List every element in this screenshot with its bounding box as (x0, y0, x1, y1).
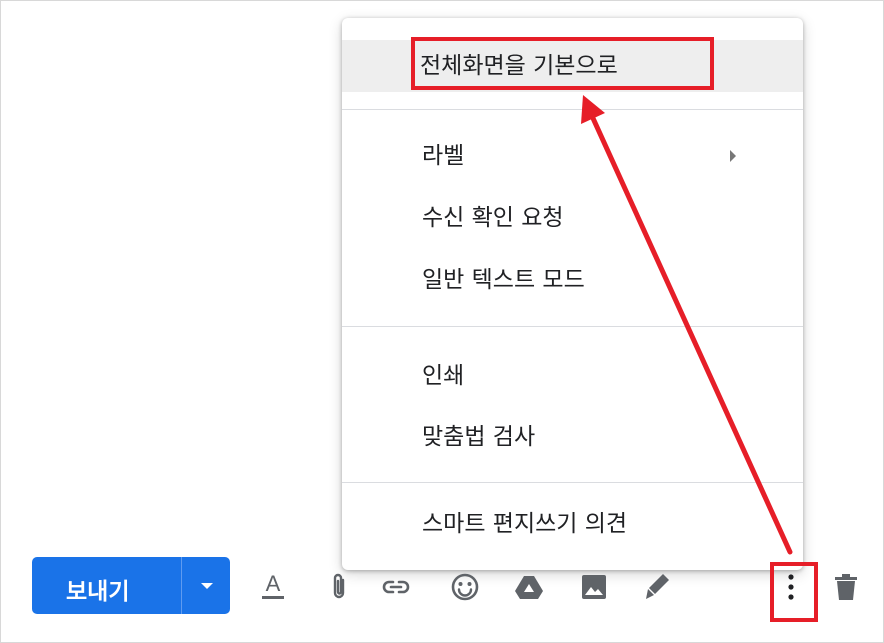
text-format-icon[interactable]: A (257, 567, 289, 607)
submenu-arrow-icon (730, 150, 736, 162)
menu-item-label: 인쇄 (422, 363, 465, 389)
svg-text:A: A (266, 571, 281, 596)
menu-item-label: 스마트 편지쓰기 의견 (422, 511, 628, 537)
send-button-divider (181, 557, 182, 614)
menu-divider (342, 482, 803, 483)
annotation-highlight-box (770, 562, 818, 622)
trash-icon[interactable] (830, 567, 862, 607)
menu-divider (342, 109, 803, 110)
menu-item-label: 일반 텍스트 모드 (422, 267, 585, 293)
menu-item-label: 라벨 (422, 143, 465, 169)
annotation-highlight-box (411, 37, 714, 90)
menu-divider (342, 326, 803, 327)
menu-item-label-submenu[interactable]: 라벨 (342, 130, 803, 182)
drive-icon[interactable] (513, 567, 545, 607)
send-button-label: 보내기 (66, 579, 130, 605)
menu-item-smart-compose-feedback[interactable]: 스마트 편지쓰기 의견 (342, 498, 803, 550)
paperclip-icon[interactable] (323, 567, 355, 607)
link-icon[interactable] (380, 567, 412, 607)
menu-item-print[interactable]: 인쇄 (342, 350, 803, 402)
schedule-send-caret-icon[interactable] (201, 583, 213, 589)
send-button[interactable]: 보내기 (32, 557, 230, 614)
menu-item-label: 맞춤법 검사 (422, 424, 536, 450)
more-options-menu: 전체화면을 기본으로 라벨 수신 확인 요청 일반 텍스트 모드 인쇄 맞춤법 … (342, 18, 803, 570)
emoji-icon[interactable] (449, 567, 481, 607)
menu-item-spell-check[interactable]: 맞춤법 검사 (342, 411, 803, 463)
signature-pen-icon[interactable] (641, 567, 673, 607)
menu-item-label: 수신 확인 요청 (422, 205, 564, 231)
menu-item-read-receipt[interactable]: 수신 확인 요청 (342, 192, 803, 244)
photo-icon[interactable] (578, 567, 610, 607)
menu-item-plain-text-mode[interactable]: 일반 텍스트 모드 (342, 254, 803, 306)
